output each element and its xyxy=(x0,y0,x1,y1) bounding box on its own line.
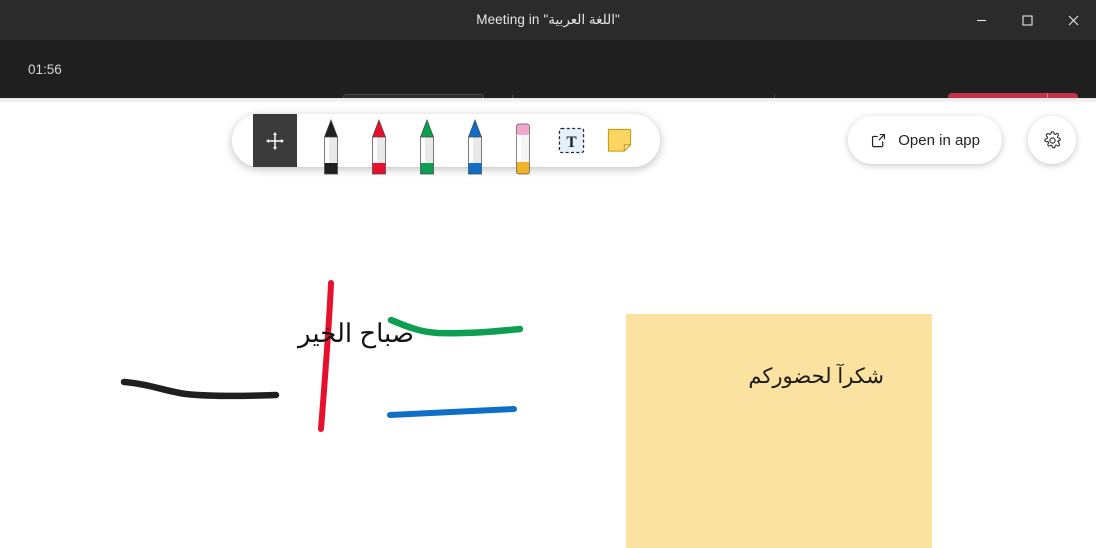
open-in-app-button[interactable]: Open in app xyxy=(848,116,1002,164)
maximize-button[interactable] xyxy=(1004,0,1050,40)
title-bar: Meeting in "اللغة العربية" xyxy=(0,0,1096,40)
gear-icon xyxy=(1043,130,1061,148)
pen-green[interactable] xyxy=(403,114,451,175)
stroke-red xyxy=(318,280,334,432)
maximize-icon xyxy=(1021,14,1033,26)
text-tool-icon: T xyxy=(558,127,584,154)
sticky-note-icon xyxy=(607,128,631,152)
meeting-timer: 01:56 xyxy=(28,61,62,77)
close-icon xyxy=(1068,15,1078,25)
pen-black[interactable] xyxy=(307,114,355,175)
window-controls xyxy=(958,0,1096,40)
minimize-icon xyxy=(976,19,986,21)
open-external-icon xyxy=(872,133,886,147)
pen-green-icon xyxy=(419,119,435,175)
eraser-tool[interactable] xyxy=(499,114,547,175)
move-arrows-icon xyxy=(266,131,284,150)
whiteboard-settings-button[interactable] xyxy=(1028,116,1076,164)
stroke-blue xyxy=(387,406,517,418)
teams-whiteboard-window: Meeting in "اللغة العربية" 01:56 صباح ال… xyxy=(0,0,1096,548)
stroke-black xyxy=(120,378,280,400)
eraser-icon xyxy=(516,123,530,175)
pen-red[interactable] xyxy=(355,114,403,175)
minimize-button[interactable] xyxy=(958,0,1004,40)
close-button[interactable] xyxy=(1050,0,1096,40)
meeting-control-bar: 01:56 Stop presenting xyxy=(0,40,1096,127)
pen-blue-icon xyxy=(467,119,483,175)
pen-red-icon xyxy=(371,119,387,175)
whiteboard-tool-toolbar: T xyxy=(232,114,660,175)
sticky-note[interactable]: شكرآ لحضوركم xyxy=(626,314,932,548)
whiteboard-heading-text[interactable]: صباح الخير xyxy=(286,318,426,349)
sticky-note-text: شكرآ لحضوركم xyxy=(748,365,884,388)
pen-black-icon xyxy=(323,119,339,175)
open-in-app-label: Open in app xyxy=(898,131,980,149)
sticky-note-tool[interactable] xyxy=(595,114,643,167)
window-title: Meeting in "اللغة العربية" xyxy=(476,12,620,27)
text-tool[interactable]: T xyxy=(547,114,595,167)
select-move-tool[interactable] xyxy=(253,114,297,167)
pen-blue[interactable] xyxy=(451,114,499,175)
svg-text:T: T xyxy=(566,134,577,151)
pen-tool-group: T xyxy=(297,114,660,175)
